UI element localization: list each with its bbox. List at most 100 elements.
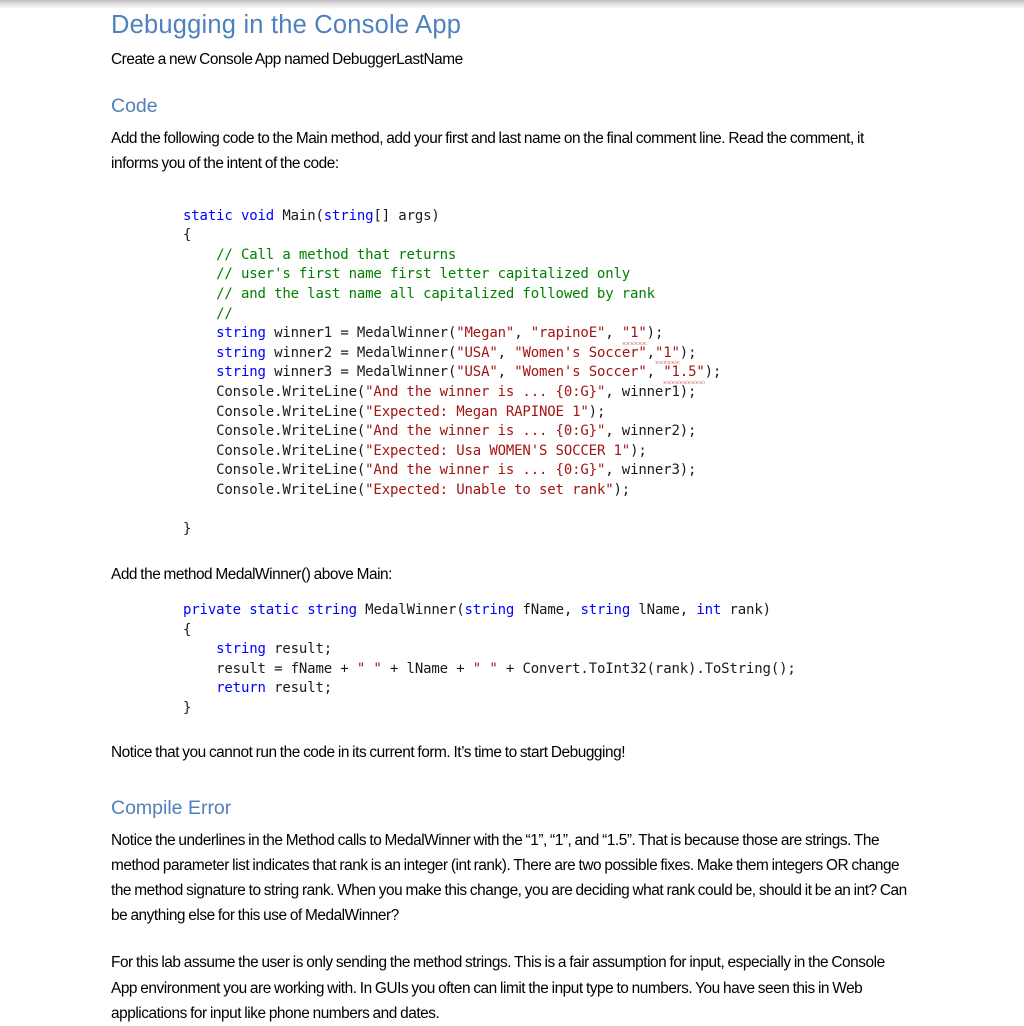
main-signature-name: Main( (274, 207, 324, 224)
brace-close-method: } (183, 699, 192, 716)
param-rank: rank) (721, 601, 771, 618)
keyword-string: string (216, 344, 266, 361)
keyword-string: string (580, 601, 631, 618)
call-end: ); (646, 325, 664, 342)
string-literal-winner-format-2: "And the winner is ... {0:G}" (365, 423, 606, 440)
keyword-string: string (216, 325, 266, 342)
result-assignment-tail: + Convert.ToInt32(rank).ToString(); (497, 660, 796, 677)
string-literal-expected-2: "Expected: Usa WOMEN'S SOCCER 1" (365, 442, 631, 459)
comma: , (497, 344, 515, 361)
comma: , (497, 364, 515, 381)
keyword-string: string (216, 641, 266, 658)
compile-error-paragraph-1: Notice the underlines in the Method call… (111, 831, 907, 925)
keyword-void: void (240, 207, 275, 224)
string-literal-rank-1-error: "1" (654, 344, 680, 364)
string-literal-expected-1: "Expected: Megan RAPINOE 1" (365, 403, 589, 420)
string-literal-winner-format-1: "And the winner is ... {0:G}" (365, 383, 606, 400)
keyword-string: string (216, 364, 266, 381)
winner3-decl: winner3 = MedalWinner( (265, 364, 457, 381)
code-block-medalwinner-method: private static string MedalWinner(string… (183, 601, 911, 719)
keyword-private: private (183, 601, 241, 618)
string-literal-rapinoe: "rapinoE" (530, 325, 606, 342)
call-args: ); (630, 442, 647, 459)
main-signature-tail: [] args) (373, 207, 440, 224)
call-args: , winner1); (605, 383, 697, 400)
string-literal-rank-1-error: "1" (621, 324, 647, 345)
call-end: ); (679, 344, 697, 361)
call-args: ); (613, 481, 631, 498)
string-literal-womens-soccer: "Women's Soccer" (514, 344, 647, 361)
console-writeline-call: Console.WriteLine( (183, 423, 366, 440)
keyword-static: static (249, 601, 299, 618)
keyword-string: string (323, 207, 374, 224)
call-args: , winner2); (605, 423, 697, 440)
result-assignment-start: result = fName + (183, 660, 357, 677)
keyword-return: return (216, 680, 266, 697)
document-page: Debugging in the Console App Create a ne… (0, 0, 1024, 1022)
result-assignment-mid: + lName + (381, 660, 473, 677)
winner2-decl: winner2 = MedalWinner( (265, 344, 457, 361)
keyword-string: string (307, 601, 357, 618)
compile-error-paragraph-2: For this lab assume the user is only sen… (111, 954, 885, 1022)
call-args: , winner3); (605, 462, 697, 479)
comment-line-3: // and the last name all capitalized fol… (183, 285, 655, 302)
brace-close-main: } (183, 521, 192, 538)
string-literal-expected-3: "Expected: Unable to set rank" (365, 481, 614, 498)
code-block-main-method: static void Main(string[] args) { // Cal… (183, 207, 911, 540)
string-literal-usa: "USA" (456, 364, 498, 381)
console-writeline-call: Console.WriteLine( (183, 481, 366, 498)
console-writeline-call: Console.WriteLine( (183, 383, 366, 400)
keyword-string: string (464, 601, 515, 618)
comment-line-1: // Call a method that returns (183, 246, 457, 263)
section-heading-code: Code (111, 95, 158, 118)
string-literal-womens-soccer: "Women's Soccer" (514, 364, 647, 381)
string-literal-winner-format-3: "And the winner is ... {0:G}" (365, 462, 606, 479)
keyword-static: static (183, 207, 233, 224)
string-literal-rank-15-error: "1.5" (663, 363, 706, 384)
console-writeline-call: Console.WriteLine( (183, 403, 366, 420)
page-title: Debugging in the Console App (111, 11, 462, 39)
method-intro-paragraph: Add the method MedalWinner() above Main: (111, 565, 392, 583)
comma: , (514, 325, 531, 342)
closing-note-paragraph: Notice that you cannot run the code in i… (111, 744, 626, 762)
intro-paragraph: Create a new Console App named DebuggerL… (111, 51, 463, 68)
param-fname: fName, (514, 601, 581, 618)
call-end: ); (704, 364, 722, 381)
keyword-int: int (696, 601, 722, 618)
string-literal-usa: "USA" (456, 344, 498, 361)
return-value: result; (265, 680, 333, 697)
page-top-edge-shadow (0, 0, 1024, 9)
call-args: ); (588, 403, 606, 420)
param-lname: lName, (630, 601, 697, 618)
comma: , (605, 325, 622, 342)
comma: , (646, 344, 655, 361)
document-content: Debugging in the Console App Create a ne… (111, 9, 911, 1026)
brace-open-main: { (183, 227, 192, 244)
comma: , (646, 364, 664, 381)
comment-line-2: // user's first name first letter capita… (183, 266, 631, 283)
string-literal-space-2: " " (472, 660, 498, 677)
method-name-medalwinner: MedalWinner( (356, 601, 465, 618)
section-heading-compile-error: Compile Error (111, 796, 232, 819)
string-literal-megan: "Megan" (456, 325, 515, 342)
comment-line-4: // (183, 305, 233, 322)
code-instructions-paragraph: Add the following code to the Main metho… (111, 130, 864, 173)
console-writeline-call: Console.WriteLine( (183, 442, 366, 459)
console-writeline-call: Console.WriteLine( (183, 462, 366, 479)
winner1-decl: winner1 = MedalWinner( (265, 325, 457, 342)
